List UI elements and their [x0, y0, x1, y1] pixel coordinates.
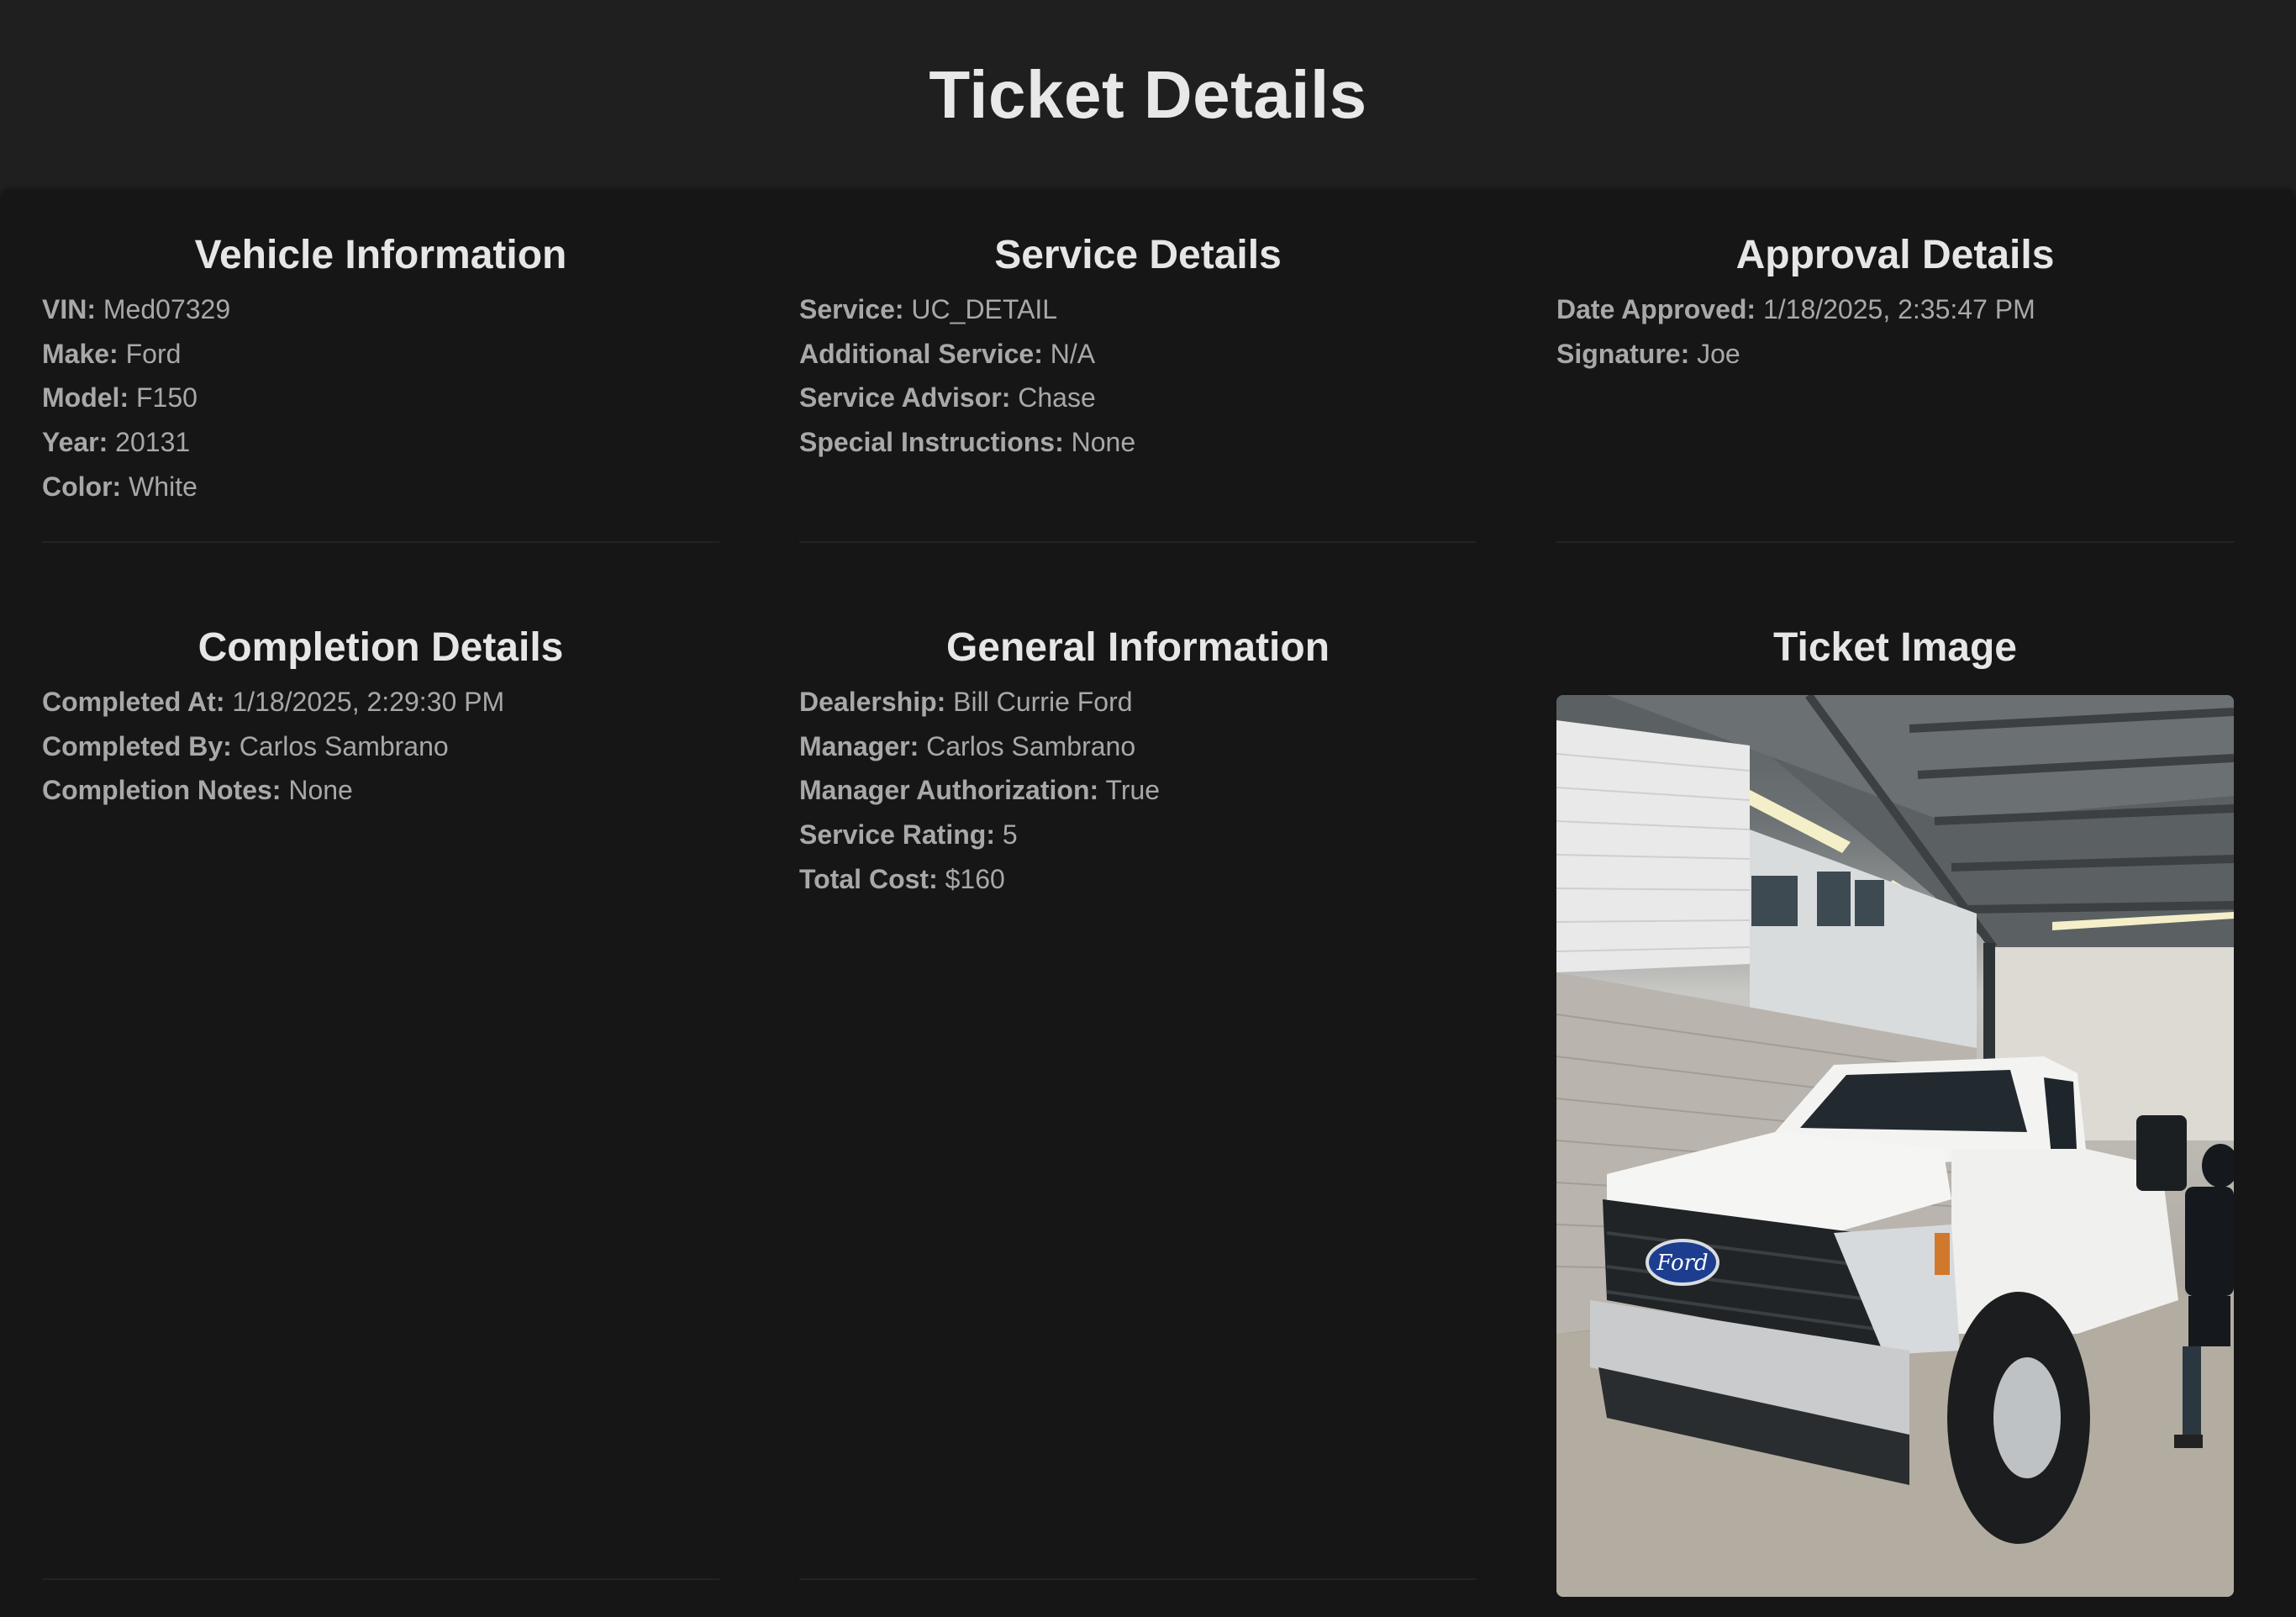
completed-at-field: Completed At: 1/18/2025, 2:29:30 PM — [42, 680, 719, 724]
field-label: VIN: — [42, 294, 96, 324]
field-value: $160 — [945, 863, 1005, 894]
additional-service-field: Additional Service: N/A — [799, 332, 1477, 377]
ticket-photo[interactable]: Ford — [1556, 695, 2234, 1597]
field-value: Bill Currie Ford — [953, 687, 1133, 717]
manager-field: Manager: Carlos Sambrano — [799, 724, 1477, 769]
signature-field: Signature: Joe — [1556, 332, 2234, 377]
section-divider — [799, 541, 1477, 543]
field-label: Service Rating: — [799, 819, 995, 851]
field-label: Completed By: — [42, 730, 232, 761]
field-value: Ford — [125, 338, 182, 369]
field-label: Total Cost: — [799, 863, 938, 894]
field-value: 5 — [1002, 819, 1018, 851]
section-divider — [1556, 541, 2234, 543]
year-field: Year: 20131 — [42, 420, 719, 465]
field-value: Carlos Sambrano — [239, 730, 449, 761]
field-label: Year: — [42, 427, 108, 458]
page-header: Ticket Details — [0, 0, 2296, 190]
field-value: True — [1105, 775, 1161, 806]
completion-notes-field: Completion Notes: None — [42, 768, 719, 813]
approval-details-fields: Date Approved: 1/18/2025, 2:35:47 PM Sig… — [1556, 287, 2234, 376]
field-value: F150 — [135, 382, 197, 413]
section-divider — [42, 1578, 719, 1580]
field-value: Joe — [1697, 338, 1740, 369]
service-details-fields: Service: UC_DETAIL Additional Service: N… — [799, 287, 1477, 465]
ticket-image-heading: Ticket Image — [1773, 625, 2017, 670]
field-value: Med07329 — [103, 294, 231, 324]
dealership-field: Dealership: Bill Currie Ford — [799, 680, 1477, 724]
field-value: Chase — [1018, 382, 1096, 413]
manager-authorization-field: Manager Authorization: True — [799, 768, 1477, 813]
field-value: 20131 — [115, 427, 191, 458]
make-field: Make: Ford — [42, 332, 719, 377]
field-label: Make: — [42, 338, 118, 369]
field-label: Model: — [42, 382, 129, 413]
completion-details-fields: Completed At: 1/18/2025, 2:29:30 PM Comp… — [42, 680, 719, 813]
field-value: N/A — [1050, 338, 1096, 369]
section-divider — [42, 541, 719, 543]
field-label: Service: — [799, 294, 904, 324]
general-information-card: General Information Dealership: Bill Cur… — [799, 624, 1477, 902]
section-divider — [799, 1578, 1477, 1580]
general-information-fields: Dealership: Bill Currie Ford Manager: Ca… — [799, 680, 1477, 902]
field-value: 1/18/2025, 2:29:30 PM — [232, 687, 505, 717]
field-label: Additional Service: — [799, 338, 1043, 369]
field-value: 1/18/2025, 2:35:47 PM — [1762, 294, 2035, 324]
vehicle-information-heading: Vehicle Information — [194, 233, 567, 277]
service-rating-field: Service Rating: 5 — [799, 813, 1477, 857]
approval-details-heading: Approval Details — [1735, 233, 2055, 277]
vin-field: VIN: Med07329 — [42, 287, 719, 332]
page-title: Ticket Details — [929, 57, 1367, 132]
date-approved-field: Date Approved: 1/18/2025, 2:35:47 PM — [1556, 287, 2234, 332]
service-field: Service: UC_DETAIL — [799, 287, 1477, 332]
service-details-card: Service Details Service: UC_DETAIL Addit… — [799, 232, 1477, 465]
model-field: Model: F150 — [42, 376, 719, 420]
approval-details-card: Approval Details Date Approved: 1/18/202… — [1556, 232, 2234, 376]
completion-details-card: Completion Details Completed At: 1/18/20… — [42, 624, 719, 813]
special-instructions-field: Special Instructions: None — [799, 420, 1477, 465]
ford-badge-text: Ford — [1656, 1251, 1708, 1276]
field-value: UC_DETAIL — [911, 294, 1058, 324]
field-label: Manager Authorization: — [799, 775, 1099, 806]
completed-by-field: Completed By: Carlos Sambrano — [42, 724, 719, 769]
general-information-heading: General Information — [945, 625, 1330, 670]
ticket-details-panel: Vehicle Information VIN: Med07329 Make: … — [0, 190, 2296, 1617]
ticket-image-card: Ticket Image Ford — [1556, 624, 2234, 1597]
field-label: Color: — [42, 471, 122, 502]
field-value: None — [288, 775, 353, 806]
completion-details-heading: Completion Details — [197, 625, 564, 670]
field-label: Dealership: — [799, 687, 946, 717]
vehicle-photo-illustration: Ford — [1556, 695, 2234, 1597]
field-value: None — [1071, 427, 1136, 458]
vehicle-information-fields: VIN: Med07329 Make: Ford Model: F150 Yea… — [42, 287, 719, 509]
color-field: Color: White — [42, 465, 719, 509]
vehicle-information-card: Vehicle Information VIN: Med07329 Make: … — [42, 232, 719, 509]
field-value: White — [129, 471, 197, 502]
field-label: Service Advisor: — [799, 382, 1011, 413]
field-label: Completed At: — [42, 687, 225, 717]
field-value: Carlos Sambrano — [926, 730, 1136, 761]
service-details-heading: Service Details — [994, 233, 1282, 277]
total-cost-field: Total Cost: $160 — [799, 857, 1477, 902]
service-advisor-field: Service Advisor: Chase — [799, 376, 1477, 420]
field-label: Special Instructions: — [799, 427, 1064, 458]
field-label: Signature: — [1556, 338, 1690, 369]
field-label: Date Approved: — [1556, 294, 1756, 324]
field-label: Completion Notes: — [42, 775, 282, 806]
field-label: Manager: — [799, 730, 919, 761]
